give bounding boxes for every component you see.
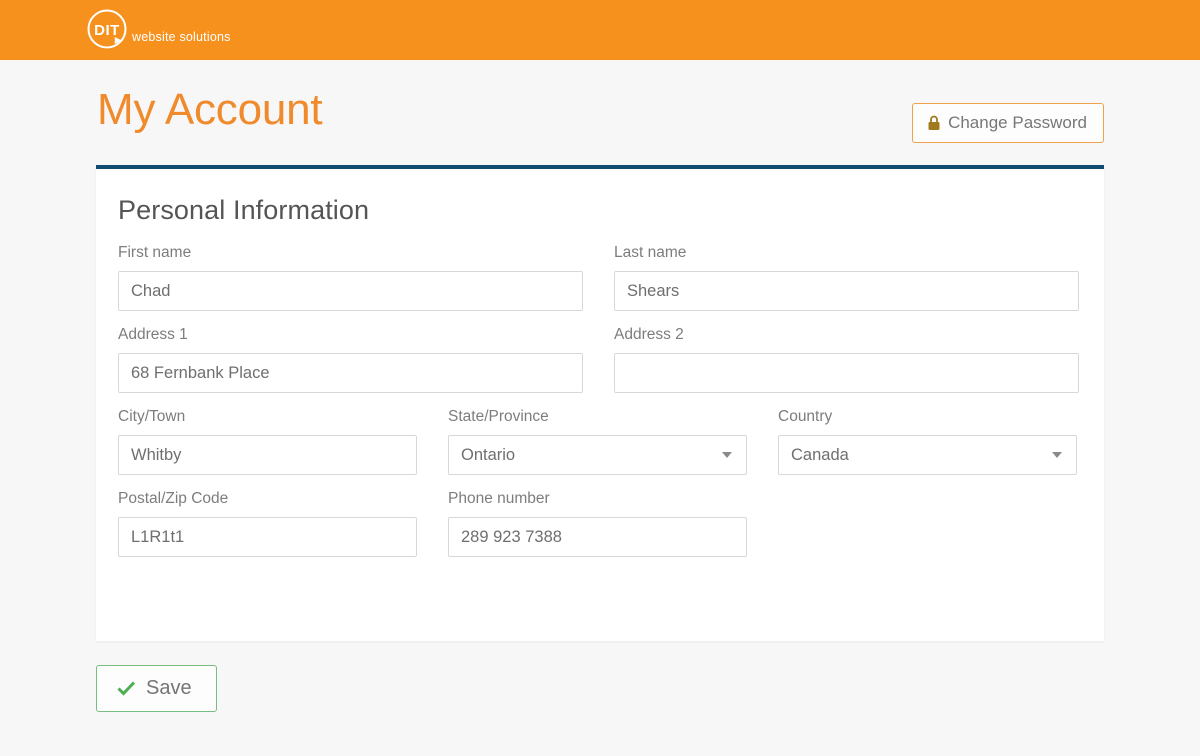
field-address-2: Address 2 (614, 326, 1079, 393)
change-password-button[interactable]: Change Password (912, 103, 1104, 143)
postal-code-input[interactable] (118, 517, 417, 557)
field-city: City/Town (118, 408, 417, 475)
state-province-value: Ontario (461, 445, 516, 464)
save-button[interactable]: Save (96, 665, 217, 712)
site-header: DIT website solutions (0, 0, 1200, 60)
city-input[interactable] (118, 435, 417, 475)
country-select[interactable]: Canada (778, 435, 1077, 475)
field-first-name: First name (118, 244, 583, 311)
last-name-label: Last name (614, 244, 687, 261)
change-password-label: Change Password (948, 113, 1087, 132)
address-2-input[interactable] (614, 353, 1079, 393)
save-label: Save (146, 677, 192, 699)
field-country: Country Canada (778, 408, 1077, 475)
page-header-row: My Account Change Password (96, 60, 1104, 143)
form-row-location: City/Town State/Province Ontario Country… (118, 408, 1082, 475)
state-province-select[interactable]: Ontario (448, 435, 747, 475)
form-row-name: First name Last name (118, 244, 1082, 311)
field-phone-number: Phone number (448, 490, 747, 557)
check-icon (117, 680, 136, 696)
first-name-label: First name (118, 244, 192, 261)
field-postal-code: Postal/Zip Code (118, 490, 417, 557)
city-label: City/Town (118, 408, 186, 425)
address-1-input[interactable] (118, 353, 583, 393)
phone-number-label: Phone number (448, 490, 550, 507)
chevron-down-icon (1052, 452, 1062, 458)
chevron-down-icon (722, 452, 732, 458)
last-name-input[interactable] (614, 271, 1079, 311)
field-address-1: Address 1 (118, 326, 583, 393)
state-province-label: State/Province (448, 408, 549, 425)
field-last-name: Last name (614, 244, 1079, 311)
field-state-province: State/Province Ontario (448, 408, 747, 475)
brand-tagline: website solutions (132, 30, 231, 44)
address-2-label: Address 2 (614, 326, 684, 343)
personal-information-card: Personal Information First name Last nam… (96, 165, 1104, 641)
section-title: Personal Information (118, 195, 370, 225)
form-row-contact: Postal/Zip Code Phone number (118, 490, 1082, 557)
dit-logo-icon: DIT (84, 7, 130, 53)
address-1-label: Address 1 (118, 326, 188, 343)
form-actions: Save (96, 665, 1104, 712)
brand-logo[interactable]: DIT website solutions (84, 8, 235, 52)
svg-text:DIT: DIT (94, 22, 120, 39)
country-label: Country (778, 408, 833, 425)
page-title: My Account (97, 85, 323, 134)
lock-icon (927, 115, 941, 131)
first-name-input[interactable] (118, 271, 583, 311)
country-value: Canada (791, 445, 849, 464)
postal-code-label: Postal/Zip Code (118, 490, 229, 507)
field-spacer (778, 490, 1077, 557)
form-row-address: Address 1 Address 2 (118, 326, 1082, 393)
phone-number-input[interactable] (448, 517, 747, 557)
